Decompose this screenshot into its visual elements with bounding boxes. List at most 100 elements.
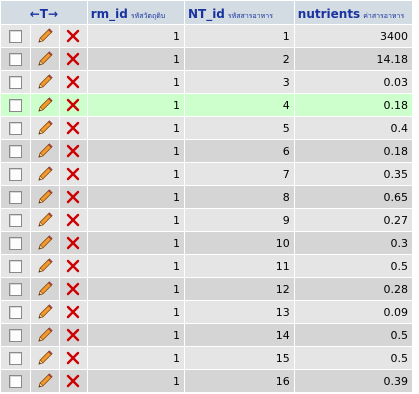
column-header-nt-id[interactable]: NT_id รหัสสารอาหาร	[184, 1, 294, 24]
delete-x-icon[interactable]	[66, 351, 80, 365]
row-delete-cell[interactable]	[59, 278, 87, 300]
table-row[interactable]: 1 1 3400	[1, 25, 412, 47]
table-row[interactable]: 1 10 0.3	[1, 232, 412, 254]
row-checkbox[interactable]	[9, 52, 23, 66]
column-header-label[interactable]: NT_id	[188, 7, 225, 21]
delete-x-icon[interactable]	[66, 259, 80, 273]
pencil-edit-icon[interactable]	[36, 303, 54, 321]
table-row[interactable]: 1 15 0.5	[1, 347, 412, 369]
row-edit-cell[interactable]	[31, 71, 59, 93]
row-delete-cell[interactable]	[59, 186, 87, 208]
row-delete-cell[interactable]	[59, 94, 87, 116]
pencil-edit-icon[interactable]	[36, 211, 54, 229]
table-row[interactable]: 1 5 0.4	[1, 117, 412, 139]
pencil-edit-icon[interactable]	[36, 372, 54, 390]
delete-x-icon[interactable]	[66, 236, 80, 250]
pencil-edit-icon[interactable]	[36, 96, 54, 114]
pencil-edit-icon[interactable]	[36, 73, 54, 91]
table-row[interactable]: 1 3 0.03	[1, 71, 412, 93]
row-checkbox[interactable]	[9, 328, 23, 342]
row-edit-cell[interactable]	[31, 163, 59, 185]
row-select-cell[interactable]	[1, 324, 31, 346]
row-delete-cell[interactable]	[59, 324, 87, 346]
row-edit-cell[interactable]	[31, 117, 59, 139]
row-edit-cell[interactable]	[31, 301, 59, 323]
row-delete-cell[interactable]	[59, 301, 87, 323]
pencil-edit-icon[interactable]	[36, 27, 54, 45]
table-row[interactable]: 1 13 0.09	[1, 301, 412, 323]
delete-x-icon[interactable]	[66, 167, 80, 181]
row-select-cell[interactable]	[1, 163, 31, 185]
row-select-cell[interactable]	[1, 301, 31, 323]
row-delete-cell[interactable]	[59, 71, 87, 93]
row-checkbox[interactable]	[9, 305, 23, 319]
delete-x-icon[interactable]	[66, 374, 80, 388]
pencil-edit-icon[interactable]	[36, 349, 54, 367]
row-delete-cell[interactable]	[59, 255, 87, 277]
pencil-edit-icon[interactable]	[36, 234, 54, 252]
delete-x-icon[interactable]	[66, 121, 80, 135]
row-checkbox[interactable]	[9, 167, 23, 181]
row-delete-cell[interactable]	[59, 232, 87, 254]
row-select-cell[interactable]	[1, 186, 31, 208]
row-edit-cell[interactable]	[31, 370, 59, 392]
row-checkbox[interactable]	[9, 144, 23, 158]
delete-x-icon[interactable]	[66, 328, 80, 342]
table-row[interactable]: 1 7 0.35	[1, 163, 412, 185]
row-edit-cell[interactable]	[31, 94, 59, 116]
row-edit-cell[interactable]	[31, 255, 59, 277]
table-row[interactable]: 1 14 0.5	[1, 324, 412, 346]
column-header-nutrients[interactable]: nutrients ค่าสารอาหาร	[294, 1, 412, 24]
row-edit-cell[interactable]	[31, 347, 59, 369]
row-edit-cell[interactable]	[31, 186, 59, 208]
row-checkbox[interactable]	[9, 98, 23, 112]
row-edit-cell[interactable]	[31, 25, 59, 47]
row-delete-cell[interactable]	[59, 140, 87, 162]
pencil-edit-icon[interactable]	[36, 280, 54, 298]
table-row[interactable]: 1 8 0.65	[1, 186, 412, 208]
row-delete-cell[interactable]	[59, 347, 87, 369]
row-select-cell[interactable]	[1, 48, 31, 70]
column-header-label[interactable]: nutrients	[298, 7, 360, 21]
table-row[interactable]: 1 9 0.27	[1, 209, 412, 231]
row-select-cell[interactable]	[1, 232, 31, 254]
table-row[interactable]: 1 12 0.28	[1, 278, 412, 300]
table-row[interactable]: 1 11 0.5	[1, 255, 412, 277]
row-delete-cell[interactable]	[59, 209, 87, 231]
column-header-label[interactable]: rm_id	[91, 7, 128, 21]
row-delete-cell[interactable]	[59, 117, 87, 139]
delete-x-icon[interactable]	[66, 282, 80, 296]
pencil-edit-icon[interactable]	[36, 257, 54, 275]
row-select-cell[interactable]	[1, 140, 31, 162]
row-select-cell[interactable]	[1, 255, 31, 277]
row-edit-cell[interactable]	[31, 232, 59, 254]
row-edit-cell[interactable]	[31, 48, 59, 70]
row-checkbox[interactable]	[9, 29, 23, 43]
row-delete-cell[interactable]	[59, 163, 87, 185]
row-edit-cell[interactable]	[31, 324, 59, 346]
delete-x-icon[interactable]	[66, 98, 80, 112]
row-checkbox[interactable]	[9, 190, 23, 204]
row-delete-cell[interactable]	[59, 370, 87, 392]
row-checkbox[interactable]	[9, 236, 23, 250]
pencil-edit-icon[interactable]	[36, 50, 54, 68]
row-select-cell[interactable]	[1, 278, 31, 300]
row-delete-cell[interactable]	[59, 48, 87, 70]
row-checkbox[interactable]	[9, 121, 23, 135]
table-row[interactable]: 1 6 0.18	[1, 140, 412, 162]
row-checkbox[interactable]	[9, 213, 23, 227]
column-header-rm-id[interactable]: rm_id รหัสวัตถุดิบ	[87, 1, 184, 24]
sort-arrows-icon[interactable]: ←T→	[30, 7, 58, 21]
row-checkbox[interactable]	[9, 259, 23, 273]
row-checkbox[interactable]	[9, 75, 23, 89]
pencil-edit-icon[interactable]	[36, 326, 54, 344]
delete-x-icon[interactable]	[66, 75, 80, 89]
row-edit-cell[interactable]	[31, 278, 59, 300]
row-checkbox[interactable]	[9, 374, 23, 388]
delete-x-icon[interactable]	[66, 213, 80, 227]
table-row[interactable]: 1 2 14.18	[1, 48, 412, 70]
pencil-edit-icon[interactable]	[36, 119, 54, 137]
row-select-cell[interactable]	[1, 370, 31, 392]
row-edit-cell[interactable]	[31, 140, 59, 162]
delete-x-icon[interactable]	[66, 190, 80, 204]
